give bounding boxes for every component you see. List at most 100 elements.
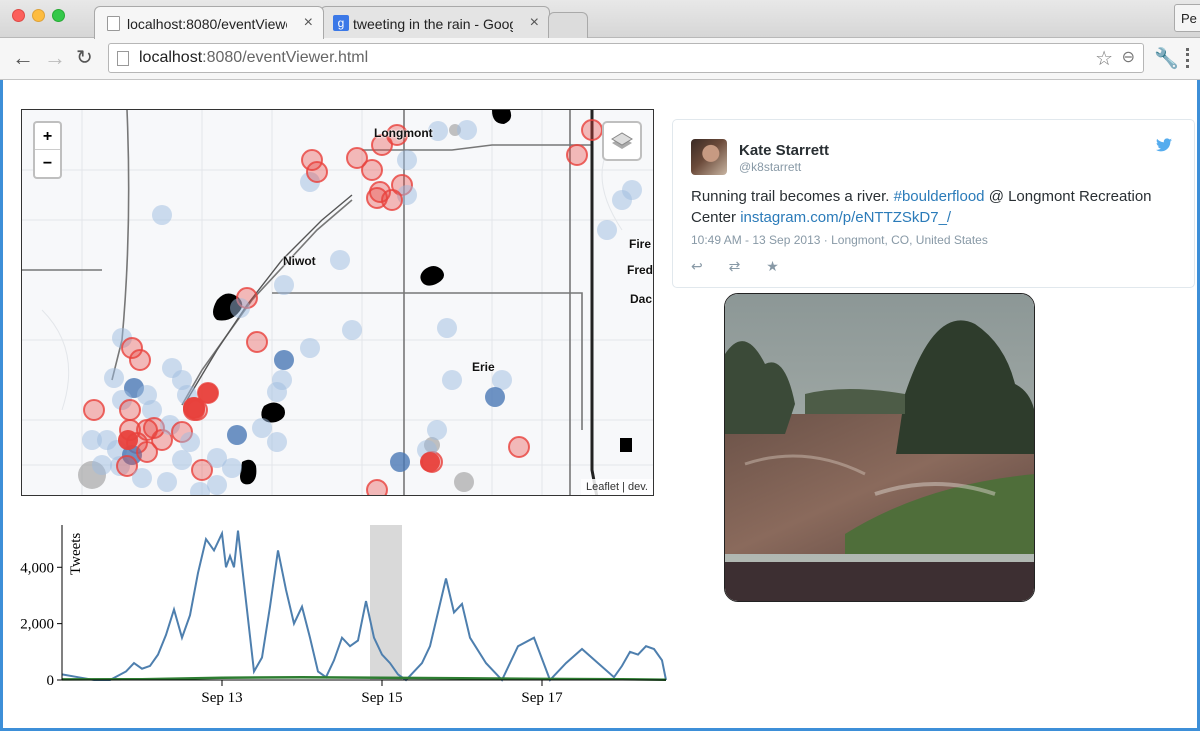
map-marker-blue[interactable] (104, 368, 124, 388)
map-marker-blue[interactable] (274, 350, 294, 370)
layers-button[interactable] (602, 121, 642, 161)
reply-icon[interactable]: ↩ (691, 258, 703, 274)
minimize-window-icon[interactable] (32, 9, 45, 22)
map-marker-red[interactable] (129, 349, 151, 371)
tweet-actions: ↩ ⇄ ★ (691, 258, 801, 275)
twitter-bird-icon[interactable] (1156, 138, 1172, 157)
hashtag-link[interactable]: #boulderflood (894, 188, 985, 205)
map-marker-blue[interactable] (157, 472, 177, 492)
x-tick-label: Sep 13 (201, 690, 242, 706)
map-marker-red[interactable] (306, 161, 328, 183)
new-tab-button[interactable] (548, 12, 588, 38)
map-marker-blue[interactable] (92, 455, 112, 475)
map-marker-blue[interactable] (457, 120, 477, 140)
map-marker-red[interactable] (361, 159, 383, 181)
url-path: :8080/eventViewer.html (202, 49, 369, 66)
map-marker-blue[interactable] (230, 298, 250, 318)
map-marker-red-selected[interactable] (198, 383, 218, 403)
tab-event-viewer[interactable]: localhost:8080/eventViewer × (94, 6, 324, 39)
map-marker-blue[interactable] (222, 458, 242, 478)
url-host: localhost (139, 49, 203, 66)
close-icon[interactable]: × (530, 14, 539, 32)
map-marker-blue[interactable] (274, 275, 294, 295)
retweet-icon[interactable]: ⇄ (729, 258, 741, 274)
x-tick-label: Sep 17 (521, 690, 563, 706)
profile-button[interactable]: Pe (1174, 4, 1200, 32)
place-label-erie: Erie (472, 360, 495, 374)
tweet-card[interactable]: Kate Starrett @k8starrett Running trail … (672, 119, 1195, 288)
map-marker-blue[interactable] (142, 400, 162, 420)
map-marker-blue[interactable] (172, 450, 192, 470)
map-marker-blue[interactable] (227, 425, 247, 445)
page-icon (117, 51, 129, 66)
series-line (61, 675, 667, 681)
map-marker-blue[interactable] (442, 370, 462, 390)
map-marker-blue[interactable] (190, 482, 210, 496)
map-marker-blue[interactable] (267, 382, 287, 402)
map-marker-blue[interactable] (437, 318, 457, 338)
close-icon[interactable]: × (304, 14, 313, 32)
map-marker-blue[interactable] (82, 430, 102, 450)
zoom-in-button[interactable]: + (35, 123, 60, 150)
address-bar[interactable]: localhost:8080/eventViewer.html ☆ ⊖ (108, 43, 1144, 73)
close-window-icon[interactable] (12, 9, 25, 22)
map-attribution[interactable]: Leaflet | dev. (581, 479, 653, 495)
menu-icon[interactable] (1186, 48, 1192, 68)
map-marker-red-selected[interactable] (118, 430, 138, 450)
y-tick-label: 0 (47, 673, 55, 689)
map-marker-blue[interactable] (485, 387, 505, 407)
url-text: localhost:8080/eventViewer.html (139, 49, 368, 67)
tweet-author-name[interactable]: Kate Starrett (739, 142, 829, 159)
tab-google-search[interactable]: g tweeting in the rain - Goog × (320, 6, 550, 38)
toolbar: ← → ↻ localhost:8080/eventViewer.html ☆ … (0, 38, 1200, 80)
tweet-photo[interactable] (724, 293, 1035, 602)
map-marker-red-selected[interactable] (420, 452, 440, 472)
series-line (61, 529, 667, 682)
map-marker-blue[interactable] (330, 250, 350, 270)
map-marker-blue[interactable] (427, 420, 447, 440)
map-marker-blue[interactable] (267, 432, 287, 452)
map-marker-red[interactable] (366, 187, 388, 209)
map-marker-blue[interactable] (300, 338, 320, 358)
map-marker-red[interactable] (83, 399, 105, 421)
map-marker-red[interactable] (246, 331, 268, 353)
google-icon: g (333, 15, 349, 31)
map-marker-red[interactable] (566, 144, 588, 166)
title-bar: localhost:8080/eventViewer × g tweeting … (0, 0, 1200, 39)
zoom-icon[interactable]: ⊖ (1122, 47, 1135, 67)
map-marker-red[interactable] (508, 436, 530, 458)
avatar[interactable] (691, 139, 727, 175)
map-marker-blue[interactable] (152, 205, 172, 225)
maximize-window-icon[interactable] (52, 9, 65, 22)
forward-icon[interactable]: → (44, 46, 66, 70)
map-marker-blue[interactable] (180, 432, 200, 452)
map-marker-red[interactable] (366, 479, 388, 496)
wrench-icon[interactable]: 🔧 (1154, 46, 1179, 71)
tweet-author-handle[interactable]: @k8starrett (739, 160, 801, 174)
map-marker-blue[interactable] (397, 150, 417, 170)
map-marker-blue[interactable] (597, 220, 617, 240)
map-marker-blue[interactable] (622, 180, 642, 200)
map-marker-blue[interactable] (342, 320, 362, 340)
map-marker-blue[interactable] (390, 452, 410, 472)
map-marker-red-selected[interactable] (184, 398, 204, 418)
place-label-fred: Fred (627, 263, 654, 277)
place-label-fire: Fire (629, 237, 652, 251)
map-marker-blue[interactable] (132, 468, 152, 488)
x-tick-label: Sep 15 (361, 690, 402, 706)
place-label-niwot: Niwot (283, 254, 316, 268)
map-marker-red[interactable] (119, 399, 141, 421)
map-marker-red[interactable] (581, 119, 603, 141)
map[interactable]: + − Longmont Niwot Erie Fire Fred Dac Le… (21, 109, 654, 496)
map-marker-blue[interactable] (252, 418, 272, 438)
reload-icon[interactable]: ↻ (76, 46, 93, 70)
star-icon[interactable]: ☆ (1095, 46, 1113, 71)
tweet-text-start: Running trail becomes a river. (691, 188, 894, 205)
zoom-out-button[interactable]: − (35, 150, 60, 177)
map-marker-blue[interactable] (207, 475, 227, 495)
tweet-timestamp-location[interactable]: 10:49 AM - 13 Sep 2013 · Longmont, CO, U… (691, 233, 988, 247)
zoom-control: + − (33, 121, 62, 179)
back-icon[interactable]: ← (12, 46, 34, 70)
favorite-icon[interactable]: ★ (766, 258, 779, 274)
instagram-link[interactable]: instagram.com/p/eNTTZSkD7_/ (740, 209, 951, 226)
